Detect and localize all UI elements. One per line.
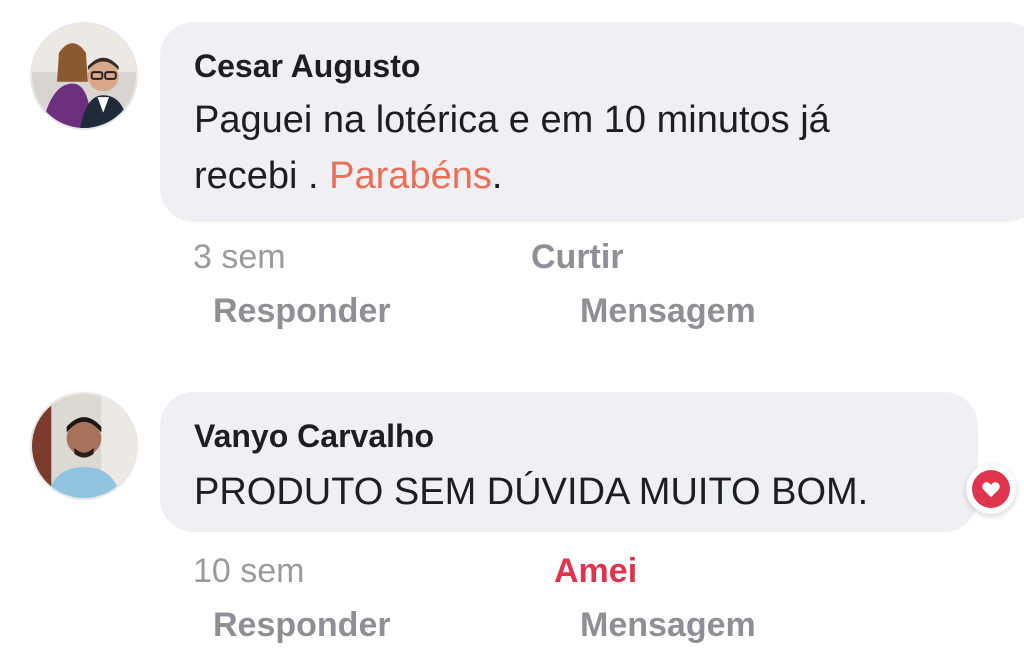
reply-button[interactable]: Responder bbox=[213, 606, 391, 645]
comment-bubble: Vanyo Carvalho PRODUTO SEM DÚVIDA MUITO … bbox=[160, 392, 978, 532]
message-button[interactable]: Mensagem bbox=[580, 606, 756, 645]
comment: Vanyo Carvalho PRODUTO SEM DÚVIDA MUITO … bbox=[0, 380, 1024, 669]
comment: Cesar Augusto Paguei na lotérica e em 10… bbox=[0, 0, 1024, 340]
comment-timestamp: 10 sem bbox=[193, 552, 305, 590]
avatar-photo bbox=[32, 394, 136, 498]
comment-text-line: Paguei na lotérica e em 10 minutos já bbox=[194, 99, 830, 141]
comment-author[interactable]: Cesar Augusto bbox=[194, 48, 420, 85]
comment-text: Paguei na lotérica e em 10 minutos já re… bbox=[194, 92, 830, 204]
comment-text: PRODUTO SEM DÚVIDA MUITO BOM. bbox=[194, 471, 869, 513]
comment-bubble: Cesar Augusto Paguei na lotérica e em 10… bbox=[160, 22, 1024, 222]
avatar[interactable] bbox=[30, 392, 138, 500]
avatar[interactable] bbox=[30, 22, 138, 130]
reply-button[interactable]: Responder bbox=[213, 292, 391, 331]
reaction-badge[interactable] bbox=[966, 464, 1016, 514]
comment-text-line: recebi . Parabéns. bbox=[194, 148, 830, 204]
heart-icon bbox=[972, 470, 1010, 508]
comment-timestamp: 3 sem bbox=[193, 238, 286, 276]
comments-feed: Cesar Augusto Paguei na lotérica e em 10… bbox=[0, 0, 1024, 669]
comment-text-part: . bbox=[491, 155, 503, 197]
comment-text-part: recebi . bbox=[194, 155, 330, 197]
avatar-photo bbox=[32, 24, 136, 128]
like-button[interactable]: Curtir bbox=[531, 238, 624, 277]
message-button[interactable]: Mensagem bbox=[580, 292, 756, 331]
highlighted-word: Parabéns bbox=[329, 155, 492, 197]
comment-author[interactable]: Vanyo Carvalho bbox=[194, 418, 434, 455]
love-button[interactable]: Amei bbox=[554, 552, 637, 591]
